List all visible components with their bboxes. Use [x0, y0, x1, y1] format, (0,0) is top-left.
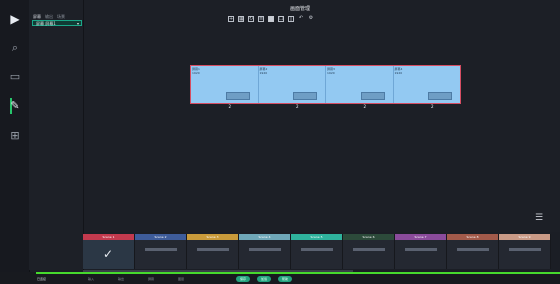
monitor-icon[interactable]: ▭	[8, 70, 22, 84]
check-icon: ✓	[103, 247, 114, 261]
panel-resolution: 1920	[394, 71, 403, 75]
save-button[interactable]: 保存	[236, 276, 250, 282]
edit-icon[interactable]: ✎	[8, 99, 22, 113]
scene-card[interactable]: Scene 4	[239, 234, 291, 269]
play-icon[interactable]: ▶	[8, 12, 22, 26]
scene-card[interactable]: Scene 9	[499, 234, 551, 269]
scene-card[interactable]: Scene 8	[447, 234, 499, 269]
panel-output-value: 2	[431, 104, 434, 109]
panel-output-box[interactable]: 2	[225, 92, 250, 109]
panel-output-box[interactable]: 2	[293, 92, 317, 109]
scene-card-title: Scene 3	[187, 234, 238, 240]
scene-card-title: Scene 1	[83, 234, 134, 240]
left-rail: ▶ ⌕ ▭ ✎ ⊞	[0, 0, 30, 284]
search-icon[interactable]: ⌕	[8, 41, 22, 55]
undo-icon[interactable]: ↶	[298, 16, 304, 22]
scene-thumbnail	[145, 248, 177, 251]
wall-panel-2[interactable]: 屏幕2 1920 2	[258, 66, 326, 109]
plus-square-icon[interactable]: +	[228, 16, 234, 22]
panel-output-box[interactable]: 2	[360, 92, 385, 109]
scene-card-title: Scene 7	[395, 234, 446, 240]
status-item-input: 输入	[88, 277, 95, 281]
file-icon[interactable]: ▯	[288, 16, 294, 22]
scene-thumbnail	[197, 248, 229, 251]
copy-icon[interactable]: ❐	[278, 16, 284, 22]
rotate-icon[interactable]: ↻	[248, 16, 254, 22]
status-item-screen: 屏幕	[148, 277, 155, 281]
status-progress-line	[36, 272, 560, 274]
panel-resolution: 1920	[259, 71, 268, 75]
grid-icon[interactable]: ⊞	[8, 129, 22, 143]
grid-icon[interactable]: ▦	[238, 16, 244, 22]
scene-thumbnail	[405, 248, 437, 251]
scene-card[interactable]: Scene 7	[395, 234, 447, 269]
canvas-toolbar: + ▦ ↻ ≡ ❐ ▯ ↶ ⚙	[228, 16, 314, 22]
scene-card[interactable]: Scene 2	[135, 234, 187, 269]
connection-status: 已连接	[37, 277, 47, 281]
secondary-sidebar: 屏幕 输出 场景 屏幕 屏幕1 ▾	[29, 0, 84, 270]
panel-resolution: 1920	[327, 71, 335, 75]
panel-resolution: 1920	[192, 71, 200, 75]
wall-panel-1[interactable]: 屏幕1 1920 2	[191, 66, 259, 109]
panel-output-box[interactable]: 2	[428, 92, 452, 109]
scene-card-title: Scene 2	[135, 234, 186, 240]
picture-icon[interactable]	[268, 16, 274, 22]
scene-card-title: Scene 5	[291, 234, 342, 240]
scene-card-title: Scene 9	[499, 234, 550, 240]
scene-thumbnail	[353, 248, 385, 251]
main-canvas[interactable]	[84, 0, 560, 232]
scene-card-title: Scene 6	[343, 234, 394, 240]
layers-icon[interactable]: ≡	[258, 16, 264, 22]
status-item-output: 输出	[118, 277, 125, 281]
wall-panel-4[interactable]: 屏幕4 1920 2	[393, 66, 460, 109]
scene-thumbnail	[301, 248, 333, 251]
scene-thumbnail	[249, 248, 281, 251]
scene-card[interactable]: Scene 3	[187, 234, 239, 269]
panel-output-value: 2	[296, 104, 299, 109]
chevron-down-icon: ▾	[76, 21, 79, 26]
settings-icon[interactable]: ⚙	[308, 16, 314, 22]
sliders-icon[interactable]: ☰	[535, 213, 543, 223]
scene-card-title: Scene 8	[447, 234, 498, 240]
status-item-layer: 图层	[178, 277, 185, 281]
screen-selector[interactable]: 屏幕 屏幕1 ▾	[32, 20, 82, 26]
wall-panel-3[interactable]: 屏幕3 1920 2	[326, 66, 394, 109]
panel-output-value: 2	[228, 104, 232, 109]
screen-selector-value: 屏幕 屏幕1	[36, 21, 56, 26]
scene-thumbnail	[457, 248, 489, 251]
scene-card[interactable]: Scene 6	[343, 234, 395, 269]
scene-card-title: Scene 4	[239, 234, 290, 240]
scene-strip: Scene 1 ✓ Scene 2 Scene 3 Scene 4 Scene 5 Scen…	[83, 234, 560, 270]
scene-card[interactable]: Scene 5	[291, 234, 343, 269]
scene-thumbnail	[509, 248, 541, 251]
panel-output-value: 2	[363, 104, 367, 109]
load-button[interactable]: 加载	[257, 276, 271, 282]
help-button[interactable]: 帮助	[278, 276, 292, 282]
page-title: 画面管理	[290, 6, 311, 12]
led-wall[interactable]: 屏幕1 1920 2 屏幕2 1920 2 屏幕3 1920 2 屏幕4 192…	[190, 65, 461, 109]
scene-card[interactable]: Scene 1 ✓	[83, 234, 135, 269]
